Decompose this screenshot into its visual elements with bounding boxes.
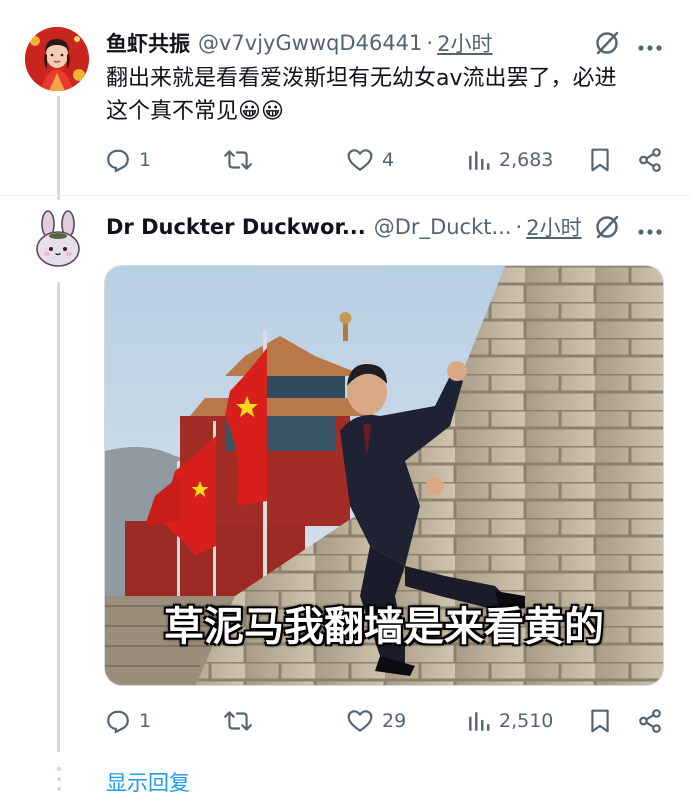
- emoji: 😀😀: [238, 99, 284, 124]
- more-icon[interactable]: [638, 38, 662, 51]
- display-name[interactable]: Dr Duckter Duckwor...: [106, 215, 366, 239]
- share-icon: [639, 148, 661, 172]
- grok-icon[interactable]: [594, 30, 620, 56]
- like-icon: [347, 710, 373, 732]
- avatar-user-2[interactable]: [27, 208, 89, 270]
- show-replies-link[interactable]: 显示回复: [106, 767, 190, 797]
- reply-button[interactable]: 1: [105, 701, 151, 741]
- views-button[interactable]: 2,510: [467, 701, 553, 741]
- reply-button[interactable]: 1: [105, 140, 151, 180]
- like-count: 29: [382, 710, 407, 732]
- reply-count: 1: [139, 710, 152, 732]
- timestamp[interactable]: 2小时: [437, 28, 492, 58]
- tweet-divider: [0, 195, 690, 196]
- bookmark-icon: [591, 709, 609, 733]
- tweet-2-header: Dr Duckter Duckwor... @Dr_Duckt... · 2小时: [106, 211, 582, 243]
- retweet-button[interactable]: [223, 140, 261, 180]
- reply-icon: [107, 710, 129, 734]
- reply-count: 1: [139, 149, 152, 171]
- retweet-button[interactable]: [223, 701, 261, 741]
- bookmark-button[interactable]: [589, 140, 611, 180]
- bookmark-button[interactable]: [589, 701, 611, 741]
- grok-icon[interactable]: [594, 214, 620, 240]
- thread-dots: [56, 765, 62, 795]
- share-button[interactable]: [637, 140, 663, 180]
- tweet-media-image[interactable]: 草泥马我翻墙是来看黄的: [104, 265, 664, 686]
- avatar-2-image: [36, 210, 80, 267]
- tweet-1-text: 翻出来就是看看爱泼斯坦有无幼女av流出罢了，必进 这个真不常见😀😀: [106, 62, 676, 128]
- separator-dot: ·: [515, 215, 523, 239]
- tweet-text-line: 这个真不常见😀😀: [106, 95, 676, 128]
- views-button[interactable]: 2,683: [467, 140, 553, 180]
- tweet-1-header: 鱼虾共振 @v7vjyGwwqD46441 · 2小时: [106, 27, 492, 59]
- bookmark-icon: [591, 148, 609, 172]
- timestamp[interactable]: 2小时: [526, 212, 581, 242]
- views-count: 2,683: [499, 149, 554, 171]
- avatar-1-image: [25, 27, 89, 91]
- display-name[interactable]: 鱼虾共振: [106, 28, 190, 58]
- user-handle[interactable]: @Dr_Duckt...: [374, 215, 512, 239]
- like-icon: [347, 149, 373, 171]
- separator-dot: ·: [426, 31, 434, 55]
- retweet-icon: [224, 150, 252, 170]
- more-icon[interactable]: [638, 222, 662, 235]
- tweet-1-actions: 1 4 2,683: [0, 140, 690, 180]
- tweet-2-actions: 1 29 2,510: [0, 701, 690, 741]
- like-button[interactable]: 4: [346, 140, 394, 180]
- retweet-icon: [224, 711, 252, 731]
- like-count: 4: [382, 149, 395, 171]
- views-count: 2,510: [499, 710, 554, 732]
- thread-line-2: [57, 282, 60, 752]
- avatar-user-1[interactable]: [25, 27, 89, 91]
- share-button[interactable]: [637, 701, 663, 741]
- views-icon: [469, 151, 490, 170]
- views-icon: [469, 712, 490, 731]
- share-icon: [639, 709, 661, 733]
- tweet-text-segment: 这个真不常见: [106, 99, 239, 124]
- like-button[interactable]: 29: [346, 701, 406, 741]
- tweet-text-line: 翻出来就是看看爱泼斯坦有无幼女av流出罢了，必进: [106, 66, 617, 91]
- user-handle[interactable]: @v7vjyGwwqD46441: [198, 31, 422, 55]
- reply-icon: [107, 149, 129, 173]
- image-caption: 草泥马我翻墙是来看黄的: [164, 604, 604, 650]
